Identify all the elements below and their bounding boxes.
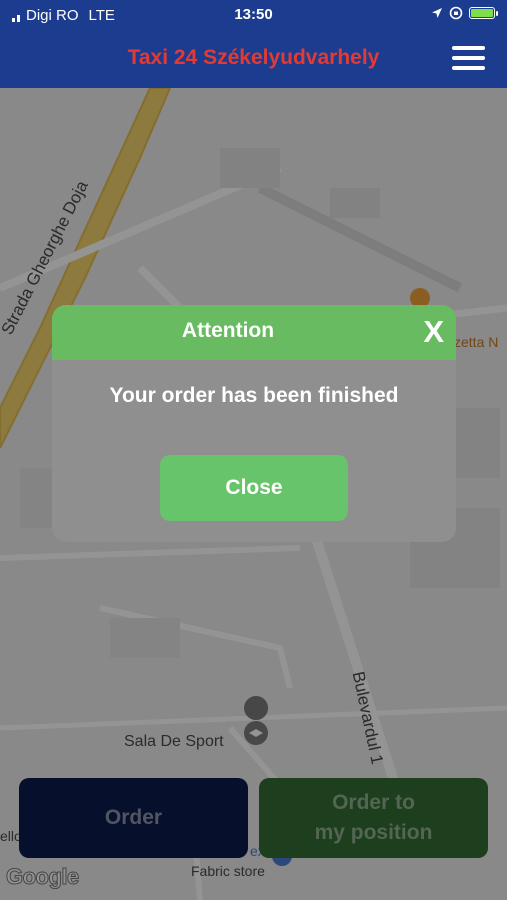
app-title: Taxi 24 Székelyudvarhely [127, 46, 380, 69]
location-arrow-icon [432, 8, 442, 18]
hamburger-menu-icon[interactable] [452, 46, 485, 72]
dialog-header: Attention X [52, 305, 456, 360]
dialog-message: Your order has been finished [109, 384, 399, 407]
orientation-lock-icon [449, 6, 463, 20]
battery-charging-icon [469, 7, 498, 19]
attention-dialog: Attention X Your order has been finished… [52, 305, 456, 542]
dialog-close-icon[interactable]: X [423, 314, 444, 350]
dialog-title: Attention [181, 319, 275, 342]
status-right [431, 6, 498, 20]
status-bar: Digi RO LTE 13:50 [0, 0, 507, 107]
dialog-close-button[interactable]: Close [160, 455, 348, 521]
app-header: Taxi 24 Székelyudvarhely [0, 30, 507, 88]
